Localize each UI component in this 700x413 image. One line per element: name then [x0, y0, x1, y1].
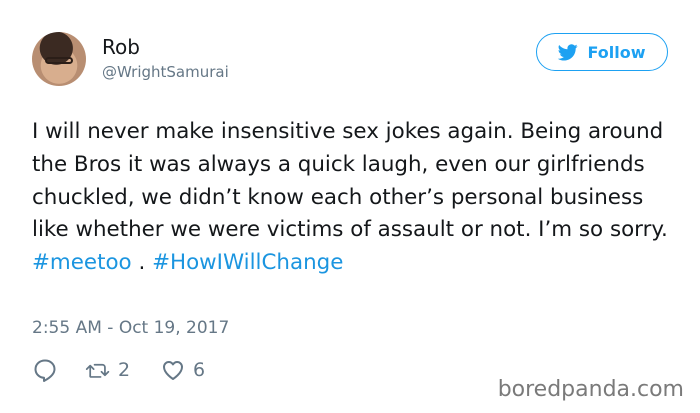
twitter-bird-icon	[558, 43, 579, 60]
follow-label: Follow	[587, 42, 646, 62]
avatar[interactable]	[32, 32, 86, 86]
retweet-icon	[85, 363, 110, 378]
reply-icon	[34, 359, 56, 382]
watermark: boredpanda.com	[497, 377, 684, 402]
retweet-count: 2	[118, 359, 131, 381]
tweet-body: I will never make insensitive sex jokes …	[32, 119, 668, 243]
user-handle[interactable]: @WrightSamurai	[102, 63, 229, 81]
hashtag-meetoo[interactable]: #meetoo	[32, 250, 132, 275]
user-name[interactable]: Rob	[102, 35, 140, 59]
avatar-glasses	[45, 57, 73, 64]
like-button[interactable]: 6	[160, 357, 205, 383]
tweet-card: Rob @WrightSamurai Follow I will never m…	[0, 0, 700, 413]
heart-icon	[163, 361, 183, 380]
tweet-text: I will never make insensitive sex jokes …	[32, 116, 677, 280]
tweet-timestamp[interactable]: 2:55 AM - Oct 19, 2017	[32, 318, 229, 338]
tweet-separator: .	[131, 250, 153, 276]
follow-button[interactable]: Follow	[536, 33, 668, 71]
retweet-button[interactable]: 2	[85, 357, 130, 383]
hashtag-howiwillchange[interactable]: #HowIWillChange	[152, 250, 343, 275]
reply-button[interactable]	[32, 357, 58, 383]
like-count: 6	[193, 359, 206, 381]
